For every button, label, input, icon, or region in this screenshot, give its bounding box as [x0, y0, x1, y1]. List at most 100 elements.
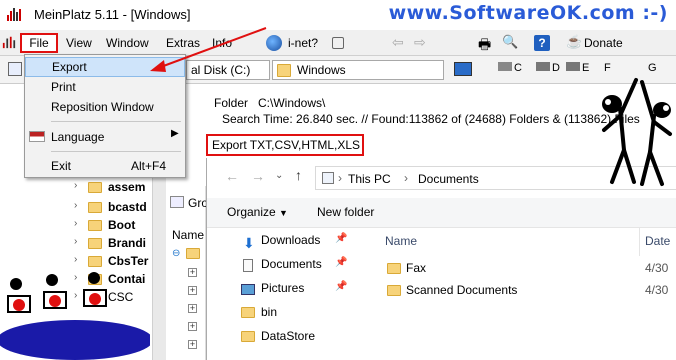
column-divider[interactable]	[639, 228, 640, 256]
expand-icon[interactable]: +	[188, 304, 197, 313]
menu-item-exit-shortcut: Alt+F4	[131, 159, 167, 173]
document-icon	[243, 259, 253, 272]
menu-file[interactable]: File	[20, 33, 58, 53]
forward-arrow-icon[interactable]: →	[251, 168, 265, 184]
nav-item-downloads[interactable]: Downloads	[261, 233, 320, 247]
tree-item[interactable]: CbsTer	[108, 254, 148, 268]
cup-icon[interactable]: ☕	[566, 34, 584, 52]
file-row-name[interactable]: Scanned Documents	[406, 283, 517, 297]
expand-arrow-icon[interactable]: ›	[74, 236, 77, 247]
new-folder-button[interactable]: New folder	[317, 205, 374, 219]
dropdown-arrow-icon: ▼	[279, 208, 288, 218]
folder-icon	[88, 182, 102, 193]
nav-item-pictures[interactable]: Pictures	[261, 281, 304, 295]
menu-view[interactable]: View	[66, 36, 92, 50]
menu-bar: File View Window Extras Info i-net? ⇦ ⇨ …	[0, 30, 676, 56]
pin-icon[interactable]: 📌	[335, 233, 347, 244]
organize-button[interactable]: Organize ▼	[227, 205, 288, 219]
folder-combo-value: Windows	[297, 63, 346, 77]
nav-item-datastore[interactable]: DataStore	[261, 329, 315, 343]
folder-combo[interactable]: Windows	[272, 60, 444, 80]
help-icon[interactable]: ?	[534, 35, 550, 51]
file-row-date: 4/30	[645, 283, 669, 297]
back-arrow-icon[interactable]: ←	[225, 168, 239, 184]
menu-item-reposition[interactable]: Reposition Window	[25, 97, 185, 117]
expand-arrow-icon[interactable]: ›	[74, 180, 77, 191]
up-arrow-icon[interactable]: ↑	[295, 167, 302, 183]
view-icon[interactable]	[8, 62, 22, 76]
tree-item[interactable]: bcastd	[108, 200, 147, 214]
pin-icon[interactable]: 📌	[335, 281, 347, 292]
expand-icon[interactable]: +	[188, 286, 197, 295]
pin-icon[interactable]: 📌	[335, 257, 347, 268]
expand-arrow-icon[interactable]: ›	[74, 218, 77, 229]
list-strip: Gro Name ⊖ + + + + +	[166, 186, 208, 360]
tree-item[interactable]: Boot	[108, 218, 135, 232]
folder-icon	[241, 307, 255, 318]
search-stats: Search Time: 26.840 sec. // Found:113862…	[222, 112, 640, 126]
menu-file-label: File	[29, 36, 49, 50]
drive-icon	[536, 62, 550, 71]
expand-icon[interactable]: +	[188, 322, 197, 331]
folder-icon	[387, 285, 401, 296]
save-dialog: ← → ⌄ ↑ › This PC › Documents Organize ▼…	[206, 158, 676, 360]
cheering-people-illustration	[602, 78, 672, 186]
expand-arrow-icon[interactable]: ›	[74, 200, 77, 211]
window-icon[interactable]	[332, 37, 344, 49]
menu-item-print[interactable]: Print	[25, 77, 185, 97]
menu-item-language[interactable]: Language ▶	[25, 127, 185, 147]
drive-icon	[498, 62, 512, 71]
file-row-name[interactable]: Fax	[406, 261, 426, 275]
column-date-header[interactable]: Date	[645, 234, 670, 248]
download-icon: ⬇	[243, 235, 255, 251]
submenu-arrow-icon: ▶	[171, 128, 179, 139]
collapse-icon[interactable]: ⊖	[172, 248, 180, 259]
menu-item-reposition-label: Reposition Window	[51, 100, 154, 114]
folder-icon	[241, 331, 255, 342]
tree-item[interactable]: Brandi	[108, 236, 146, 250]
folder-label: Folder	[214, 96, 249, 110]
pictures-icon	[241, 284, 255, 295]
nav-item-documents[interactable]: Documents	[261, 257, 322, 271]
expand-icon[interactable]: +	[188, 268, 197, 277]
menu-item-print-label: Print	[51, 80, 76, 94]
menu-item-exit[interactable]: Exit Alt+F4	[25, 156, 185, 176]
signs-illustration	[0, 272, 150, 360]
back-icon[interactable]: ⇦	[392, 34, 410, 52]
monitor-icon[interactable]	[454, 62, 472, 76]
expand-icon[interactable]: +	[188, 340, 197, 349]
folder-icon	[387, 263, 401, 274]
drive-c-label: C	[514, 62, 522, 74]
folder-path: C:\Windows\	[258, 96, 326, 110]
tree-item[interactable]: assem	[108, 180, 145, 194]
printer-icon[interactable]: 🖶	[478, 34, 496, 52]
organize-label: Organize	[227, 205, 276, 219]
breadcrumb-this-pc[interactable]: This PC	[348, 172, 391, 186]
forward-icon[interactable]: ⇨	[414, 34, 432, 52]
drive-e-button[interactable]: E	[566, 62, 589, 74]
flag-icon	[29, 131, 45, 142]
drive-d-button[interactable]: D	[536, 62, 560, 74]
app-bars-icon	[7, 8, 21, 21]
export-formats-label: Export TXT,CSV,HTML,XLS	[206, 134, 364, 156]
breadcrumb-documents[interactable]: Documents	[418, 172, 479, 186]
drive-c-button[interactable]: C	[498, 62, 522, 74]
menu-separator	[51, 151, 181, 152]
inet-button[interactable]: i-net?	[288, 36, 318, 50]
app-bars-icon	[2, 36, 16, 49]
drive-icon	[566, 62, 580, 71]
breadcrumb-separator-icon: ›	[404, 171, 408, 185]
expand-arrow-icon[interactable]: ›	[74, 254, 77, 265]
nav-item-bin[interactable]: bin	[261, 305, 277, 319]
red-arrow	[150, 27, 267, 72]
dialog-file-list: Name Date Fax 4/30 Scanned Documents 4/3…	[377, 228, 676, 360]
donate-button[interactable]: Donate	[584, 36, 623, 50]
folder-icon	[88, 256, 102, 267]
chevron-down-icon[interactable]: ⌄	[275, 170, 283, 181]
magnifier-icon[interactable]: 🔍	[502, 34, 520, 52]
drive-d-label: D	[552, 62, 560, 74]
column-name-header[interactable]: Name	[385, 234, 417, 248]
file-row-date: 4/30	[645, 261, 669, 275]
menu-item-anchor	[100, 71, 104, 73]
title-bar: MeinPlatz 5.11 - [Windows] www.SoftwareO…	[0, 0, 676, 30]
